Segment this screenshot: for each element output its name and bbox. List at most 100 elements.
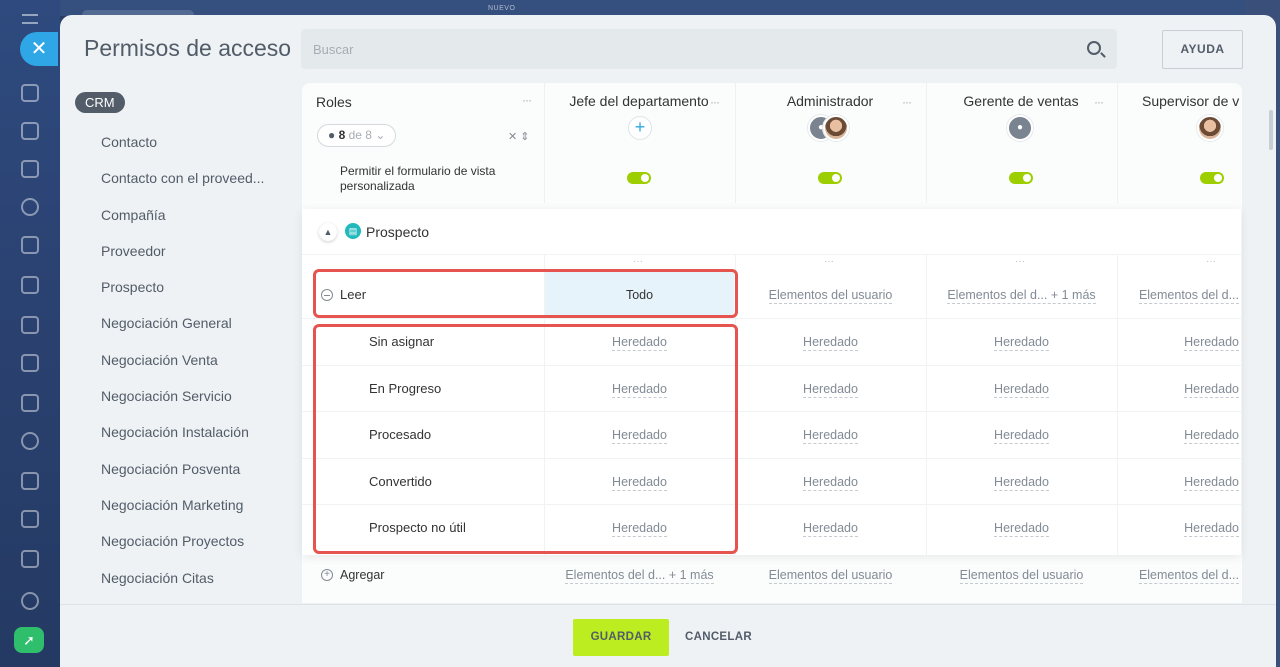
permission-value-cell[interactable]: Heredado: [926, 505, 1117, 551]
column-more-icon[interactable]: ···: [1015, 256, 1025, 267]
user-avatar[interactable]: [823, 115, 849, 141]
entity-item-compania[interactable]: Compañía: [101, 200, 264, 236]
entity-item-negociacion-citas[interactable]: Negociación Citas: [101, 563, 264, 599]
permission-value-cell[interactable]: Elementos del usuario: [926, 555, 1117, 595]
highlight-box-read: [313, 269, 738, 318]
roles-header: Roles: [316, 94, 352, 110]
group-avatar[interactable]: ●: [1007, 115, 1033, 141]
feed-icon[interactable]: [21, 160, 39, 178]
entity-item-contacto[interactable]: Contacto: [101, 127, 264, 163]
permission-toggle[interactable]: [1200, 172, 1224, 184]
section-header: ▲ ▤ Prospecto: [302, 209, 1241, 255]
permission-value-cell[interactable]: Elementos del usuario: [735, 272, 926, 318]
permission-value: Elementos del d...: [1138, 288, 1239, 304]
column-head-jefe[interactable]: Jefe del departamento: [564, 93, 714, 109]
roles-total-label: de 8: [348, 128, 372, 142]
entity-item-contacto-proveedor[interactable]: Contacto con el proveed...: [101, 163, 264, 199]
filter-icon[interactable]: [21, 510, 39, 528]
target-icon[interactable]: [21, 198, 39, 216]
scrollbar[interactable]: [1269, 110, 1273, 150]
permission-value: Elementos del d...: [1138, 568, 1239, 584]
collapse-sort-icon[interactable]: ✕ ⇕: [508, 130, 530, 143]
search-input[interactable]: Buscar: [301, 29, 1117, 69]
permission-value: Heredado: [803, 521, 858, 537]
permission-value-cell[interactable]: Elementos del d...: [1117, 272, 1241, 318]
permission-value-cell[interactable]: Heredado: [735, 412, 926, 458]
permission-value-cell[interactable]: Elementos del d...: [1117, 555, 1241, 595]
crm-section-badge[interactable]: CRM: [75, 92, 125, 113]
mail-icon[interactable]: [21, 394, 39, 412]
permission-value-cell[interactable]: Heredado: [926, 459, 1117, 505]
robot-icon[interactable]: [21, 550, 39, 568]
menu-icon[interactable]: [22, 14, 38, 24]
permission-value-cell[interactable]: Heredado: [926, 366, 1117, 412]
permission-value-cell[interactable]: Heredado: [1117, 366, 1241, 412]
help-button[interactable]: AYUDA: [1162, 30, 1243, 69]
permission-value: Heredado: [803, 335, 858, 351]
column-head-administrador[interactable]: Administrador: [755, 93, 905, 109]
permission-value-cell[interactable]: Heredado: [735, 505, 926, 551]
permission-value: Elementos del usuario: [768, 568, 893, 584]
permission-value-cell[interactable]: Elementos del usuario: [735, 555, 926, 595]
tasks-icon[interactable]: [21, 472, 39, 490]
rail-icon[interactable]: [21, 84, 39, 102]
permission-value-cell[interactable]: Heredado: [1117, 505, 1241, 551]
permission-value-cell[interactable]: Elementos del d... + 1 más: [926, 272, 1117, 318]
permission-value: Heredado: [1184, 428, 1239, 444]
prospecto-section: ▲ ▤ Prospecto ··· ··· ··· ··· Leer Todo …: [302, 209, 1241, 555]
entity-item-negociacion-posventa[interactable]: Negociación Posventa: [101, 454, 264, 490]
permission-value-cell[interactable]: Heredado: [735, 319, 926, 365]
permission-value-cell[interactable]: Heredado: [1117, 412, 1241, 458]
column-more-icon[interactable]: ···: [1206, 256, 1216, 267]
add-user-button[interactable]: +: [628, 116, 652, 140]
column-more-icon[interactable]: ···: [710, 95, 720, 109]
column-head-gerente[interactable]: Gerente de ventas: [946, 93, 1096, 109]
card-icon[interactable]: [21, 354, 39, 372]
entity-item-negociacion-servicio[interactable]: Negociación Servicio: [101, 381, 264, 417]
roles-more-icon[interactable]: ···: [522, 93, 532, 107]
contacts-icon[interactable]: [21, 432, 39, 450]
permission-toggle[interactable]: [818, 172, 842, 184]
add-icon[interactable]: +: [321, 569, 333, 581]
settings-icon[interactable]: [21, 592, 39, 610]
entity-item-negociacion-general[interactable]: Negociación General: [101, 308, 264, 344]
column-more-icon[interactable]: ···: [824, 256, 834, 267]
column-divider: [735, 83, 736, 203]
document-icon[interactable]: [21, 276, 39, 294]
close-slider-button[interactable]: ✕: [20, 32, 58, 66]
entity-item-negociacion-marketing[interactable]: Negociación Marketing: [101, 490, 264, 526]
permission-toggle[interactable]: [627, 172, 651, 184]
column-more-icon[interactable]: ···: [902, 95, 912, 109]
permission-value-cell[interactable]: Heredado: [1117, 459, 1241, 505]
column-more-icon[interactable]: ···: [1094, 95, 1104, 109]
permission-value-cell[interactable]: Elementos del d... + 1 más: [544, 555, 735, 595]
entity-item-prospecto[interactable]: Prospecto: [101, 272, 264, 308]
grid-icon[interactable]: [21, 316, 39, 334]
roles-shown-count: 8: [338, 128, 346, 142]
permission-value-cell[interactable]: Heredado: [926, 319, 1117, 365]
column-more-icon[interactable]: ···: [633, 256, 643, 267]
search-placeholder: Buscar: [313, 42, 354, 57]
roles-counter[interactable]: ● 8 de 8 ⌄: [317, 124, 397, 147]
permission-value-cell[interactable]: Heredado: [735, 459, 926, 505]
entity-item-negociacion-venta[interactable]: Negociación Venta: [101, 345, 264, 381]
entity-item-negociacion-proyectos[interactable]: Negociación Proyectos: [101, 526, 264, 562]
column-head-supervisor[interactable]: Supervisor de v: [1142, 93, 1242, 109]
permission-value-cell[interactable]: Heredado: [735, 366, 926, 412]
chevron-up-icon[interactable]: ▲: [319, 223, 337, 241]
entity-item-proveedor[interactable]: Proveedor: [101, 236, 264, 272]
cancel-button[interactable]: CANCELAR: [685, 619, 752, 656]
new-badge: NUEVO: [488, 5, 516, 12]
permission-value: Heredado: [994, 521, 1049, 537]
entity-item-negociacion-instalacion[interactable]: Negociación Instalación: [101, 417, 264, 453]
chat-icon[interactable]: [21, 122, 39, 140]
save-button[interactable]: GUARDAR: [573, 619, 669, 656]
calendar-icon[interactable]: [21, 236, 39, 254]
user-avatar[interactable]: [1197, 115, 1223, 141]
add-label[interactable]: Agregar: [340, 568, 384, 582]
permission-value-cell[interactable]: Heredado: [1117, 319, 1241, 365]
search-icon[interactable]: [1087, 41, 1101, 55]
permission-value-cell[interactable]: Heredado: [926, 412, 1117, 458]
rocket-icon[interactable]: ➚: [14, 627, 44, 653]
permission-toggle[interactable]: [1009, 172, 1033, 184]
